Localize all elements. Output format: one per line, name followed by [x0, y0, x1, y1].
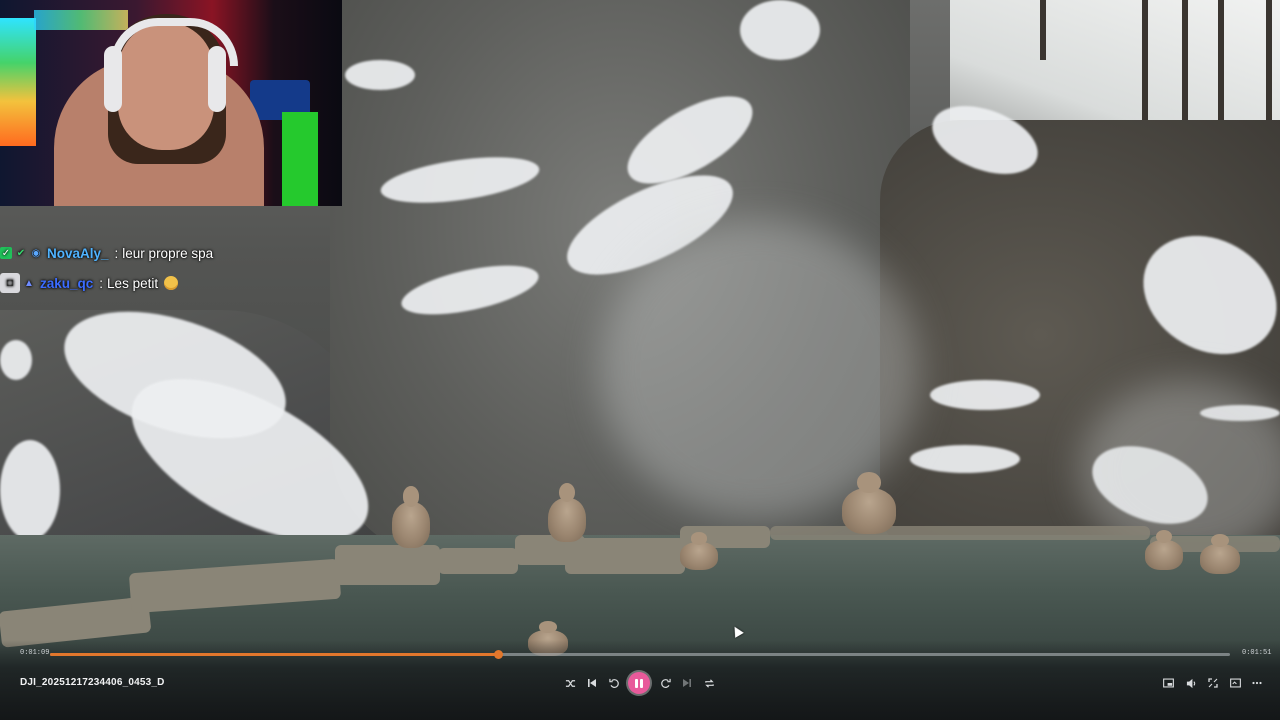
snow-monkey: [680, 532, 718, 570]
more-icon[interactable]: [1249, 675, 1265, 691]
pleading-face-emoji-icon: [164, 276, 179, 290]
cast-icon[interactable]: [1227, 675, 1243, 691]
verified-badge-icon: ◉: [31, 247, 41, 259]
forward-10-icon[interactable]: [657, 675, 673, 691]
snow-patch: [345, 60, 415, 90]
webcam-overlay: [0, 0, 342, 206]
chat-colon: :: [99, 275, 104, 291]
led-shelf: [34, 10, 128, 30]
seek-thumb[interactable]: [494, 650, 504, 659]
chat-username[interactable]: zaku_qc: [40, 276, 93, 291]
repeat-icon[interactable]: [701, 675, 717, 691]
player-controls: 0:01:09 0:01:51 DJI_20251217234406_0453_…: [0, 640, 1280, 720]
chat-colon: :: [114, 245, 119, 261]
chat-message: ✓ ✔ ◉ NovaAly_ : leur propre spa: [0, 238, 340, 268]
miniplayer-icon[interactable]: [1160, 675, 1176, 691]
seek-bar[interactable]: [50, 650, 1230, 659]
green-light: [282, 112, 318, 206]
pool-rim-stone: [565, 538, 685, 574]
chat-username[interactable]: NovaAly_: [47, 246, 109, 261]
video-filename: DJI_20251217234406_0453_D: [20, 677, 165, 688]
snow-patch: [910, 445, 1020, 473]
snow-patch: [740, 0, 820, 60]
snow-monkey: [842, 472, 896, 534]
tree: [1142, 0, 1148, 140]
seek-progress: [50, 653, 499, 656]
sub-badge-icon: ✓: [0, 247, 12, 259]
headphone-cup: [208, 46, 226, 112]
pause-icon: [635, 678, 643, 688]
snow-monkey: [548, 483, 586, 542]
current-time: 0:01:09: [20, 649, 50, 657]
check-badge-icon: ✔: [16, 247, 26, 259]
volume-icon[interactable]: [1183, 675, 1199, 691]
fullscreen-icon[interactable]: [1205, 675, 1221, 691]
shuffle-icon[interactable]: [562, 675, 578, 691]
tree: [1040, 0, 1046, 60]
pause-button[interactable]: [628, 672, 650, 694]
snow-patch: [930, 380, 1040, 410]
chat-text: Les petit: [107, 275, 159, 291]
pool-rim-stone: [335, 545, 440, 585]
headphone-cup: [104, 46, 122, 112]
snow-monkey: [1200, 533, 1240, 574]
chat-overlay: ✓ ✔ ◉ NovaAly_ : leur propre spa ◘ ▲ zak…: [0, 238, 340, 298]
prime-badge-icon: ▲: [24, 277, 34, 289]
pool-rim-stone: [438, 548, 518, 574]
rewind-10-icon[interactable]: [606, 675, 622, 691]
pool-rim-stone: [770, 526, 1150, 540]
snow-monkey: [392, 486, 430, 548]
next-icon[interactable]: [679, 675, 695, 691]
bot-badge-icon: ◘: [0, 273, 20, 293]
snow-monkey: [1145, 529, 1183, 570]
chat-message: ◘ ▲ zaku_qc : Les petit: [0, 268, 340, 298]
snow-patch: [0, 340, 32, 380]
rgb-light: [0, 18, 36, 146]
previous-icon[interactable]: [584, 675, 600, 691]
duration: 0:01:51: [1242, 649, 1272, 657]
snow-patch: [0, 440, 60, 540]
chat-text: leur propre spa: [122, 245, 214, 261]
